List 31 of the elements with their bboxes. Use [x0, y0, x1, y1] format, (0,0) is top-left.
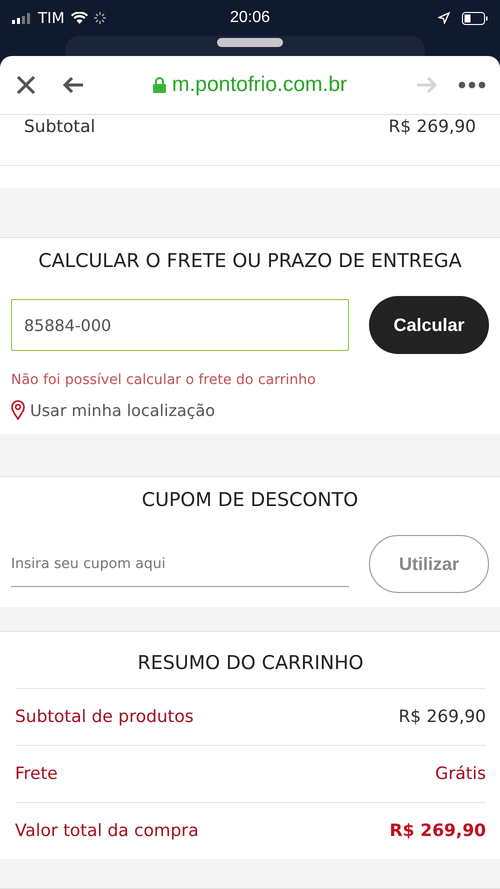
lock-icon [152, 77, 166, 93]
forward-arrow-icon [416, 76, 438, 94]
section-title: CUPOM DE DESCONTO [140, 488, 360, 513]
url-text: m.pontofrio.com.br [172, 73, 348, 97]
battery-icon [462, 12, 488, 24]
summary-label: Valor total da compra [15, 821, 199, 841]
wifi-icon [70, 12, 88, 24]
back-arrow-icon [62, 76, 84, 94]
use-location-link[interactable]: Usar minha localização [11, 400, 216, 420]
subtotal-label: Subtotal [24, 117, 96, 137]
zip-code-field[interactable]: 85884-000 [11, 299, 349, 351]
close-icon [16, 75, 36, 95]
summary-value: Grátis [435, 764, 486, 784]
calculate-button[interactable]: Calcular [369, 296, 489, 354]
summary-label: Frete [15, 764, 58, 784]
section-title: CALCULAR O FRETE OU PRAZO DE ENTREGA [37, 249, 463, 274]
subtotal-value: R$ 269,90 [388, 117, 476, 137]
clock-time: 20:06 [230, 9, 270, 27]
carrier-name: TIM [38, 9, 65, 27]
summary-value: R$ 269,90 [390, 821, 486, 841]
more-icon [458, 81, 486, 89]
sheet-handle[interactable] [217, 38, 283, 47]
spinner-icon [94, 12, 106, 24]
apply-coupon-button[interactable]: Utilizar [369, 535, 489, 593]
map-pin-icon [11, 400, 25, 420]
summary-value: R$ 269,90 [398, 707, 486, 727]
summary-label: Subtotal de produtos [15, 707, 194, 727]
error-message: Não foi possível calcular o frete do carrinho [11, 372, 317, 388]
signal-icon [12, 12, 32, 24]
location-arrow-icon [438, 12, 450, 24]
section-title: RESUMO DO CARRINHO [136, 651, 364, 676]
